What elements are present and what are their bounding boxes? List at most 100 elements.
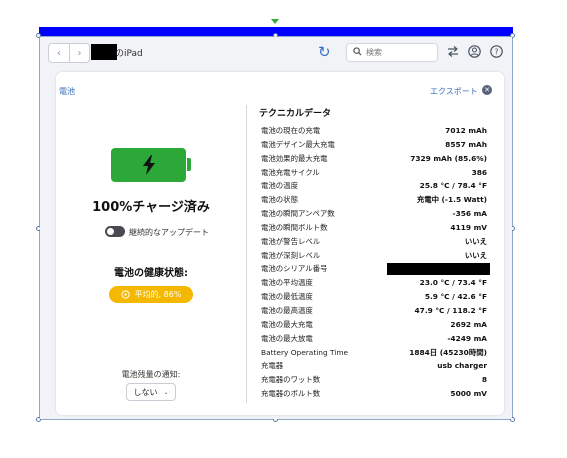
row-label: 充電器のボルト数 [261,389,321,399]
user-icon [468,45,481,58]
row-value: 25.8 °C / 78.4 °F [419,181,487,191]
column-divider [246,105,247,403]
row-label: 電池が深刻レベル [261,250,321,260]
notify-select[interactable]: しない ⌄ [126,383,176,401]
continuous-update-label: 継続的なアップデート [129,228,209,237]
row-value: 7329 mAh (85.6%) [410,153,487,163]
chevron-left-icon: ‹ [57,47,61,59]
row-label: 電池の最大充電 [261,319,313,329]
search-box[interactable] [346,43,438,62]
search-icon [353,46,362,59]
row-label: 電池デザイン最大充電 [261,139,335,149]
table-row: 電池デザイン最大充電 8557 mAh [261,138,487,152]
row-value: 1884日 (45230時間) [409,347,487,357]
health-badge-text: 平均的, 86% [134,290,182,299]
help-icon: ? [490,45,503,58]
search-input[interactable] [366,48,430,57]
row-label: 電池の瞬間ボルト数 [261,222,328,232]
notify-label: 電池残量の通知: [121,370,181,379]
battery-graphic [111,148,186,182]
row-label: 電池充電サイクル [261,167,320,177]
row-label: Battery Operating Time [261,347,349,357]
row-value: 2692 mA [450,319,487,329]
notify-select-value: しない [133,387,158,397]
row-label: 電池の最低温度 [261,292,313,302]
row-label: 電池の最高温度 [261,305,313,315]
table-row: 電池の最高温度 47.9 °C / 118.2 °F [261,304,487,318]
row-label: 充電器 [261,361,284,371]
redacted-value [387,263,490,276]
table-row: 充電器のワット数 8 [261,373,487,387]
row-value: usb charger [437,361,487,371]
row-value: 4119 mV [450,222,487,232]
row-value: 8 [481,375,487,385]
transfer-button[interactable] [446,45,459,58]
table-row: 電池の最大放電 -4249 mA [261,332,487,346]
toggle-knob [107,228,114,235]
health-status-icon [120,290,130,299]
chevron-right-icon: › [77,47,82,59]
row-label: 電池の状態 [261,195,298,205]
table-row: 電池の瞬間アンペア数 -356 mA [261,207,487,221]
toolbar: ‹ › のiPad ↻ ? [40,37,512,69]
row-value: 充電中 (-1.5 Watt) [416,195,487,205]
battery-panel: 電池 エクスポート ✕ 100%チャージ済み 継続的なアップデート 電池の健康状… [56,72,504,415]
row-label: 電池のシリアル番号 [261,264,328,274]
table-row: 電池の最大充電 2692 mA [261,318,487,332]
rotate-handle[interactable] [271,19,279,24]
row-value: 7012 mAh [445,126,487,135]
health-title: 電池の健康状態: [114,268,188,279]
nav-buttons: ‹ › [48,43,90,63]
row-label: 電池の温度 [261,181,298,191]
table-row: 電池の瞬間ボルト数 4119 mV [261,221,487,235]
technical-table: 電池の現在の充電 7012 mAh 電池デザイン最大充電 8557 mAh 電池効果的最… [261,124,490,401]
table-row: 電池効果的最大充電 7329 mAh (85.6%) [261,152,487,166]
close-button[interactable]: ✕ [482,85,492,95]
table-row: 電池が深刻レベル いいえ [261,249,487,263]
row-value: 47.9 °C / 118.2 °F [414,305,487,315]
table-row: 電池の状態 充電中 (-1.5 Watt) [261,193,487,207]
close-icon: ✕ [484,86,490,94]
device-name: のiPad [115,49,143,59]
table-row: 電池の温度 25.8 °C / 78.4 °F [261,179,487,193]
health-badge: 平均的, 86% [109,286,193,303]
row-value: 5000 mV [450,389,487,399]
table-row: 充電器のボルト数 5000 mV [261,387,487,401]
help-button[interactable]: ? [490,45,503,58]
lightning-icon [142,155,155,175]
table-row: 電池が警告レベル いいえ [261,235,487,249]
table-row: 電池の現在の充電 7012 mAh [261,124,487,138]
row-label: 電池の最大放電 [261,333,313,343]
app-window: ‹ › のiPad ↻ ? 電池 エクスポート ✕ 100%チャージ済み [40,37,512,419]
table-row: 充電器 usb charger [261,359,487,373]
account-button[interactable] [468,45,481,58]
table-row: 電池のシリアル番号 [261,262,490,276]
refresh-icon: ↻ [318,43,331,61]
row-label: 充電器のワット数 [261,375,321,385]
svg-text:?: ? [494,48,498,57]
export-link[interactable]: エクスポート [430,86,478,97]
row-value: 5.9 °C / 42.6 °F [424,292,487,302]
back-button[interactable]: ‹ [49,44,69,62]
row-value: いいえ [464,250,487,260]
panel-title: 電池 [59,87,75,96]
row-value: -356 mA [452,209,488,219]
continuous-update-toggle[interactable] [105,226,125,237]
row-value: 386 [471,167,487,177]
chevron-down-icon: ⌄ [163,388,169,396]
table-row: 電池充電サイクル 386 [261,166,487,180]
forward-button[interactable]: › [69,44,89,62]
refresh-button[interactable]: ↻ [318,44,331,60]
row-value: いいえ [464,236,487,246]
technical-title: テクニカルデータ [259,109,332,119]
row-value: -4249 mA [447,333,487,343]
row-value: 8557 mAh [445,139,487,149]
charge-status: 100%チャージ済み [92,200,210,215]
table-row: Battery Operating Time 1884日 (45230時間) [261,346,487,360]
row-value: 23.0 °C / 73.4 °F [419,278,487,288]
table-row: 電池の最低温度 5.9 °C / 42.6 °F [261,290,487,304]
battery-tip [187,158,191,171]
row-label: 電池の平均温度 [261,278,313,288]
transfer-icon [447,46,458,57]
row-label: 電池が警告レベル [261,236,321,246]
